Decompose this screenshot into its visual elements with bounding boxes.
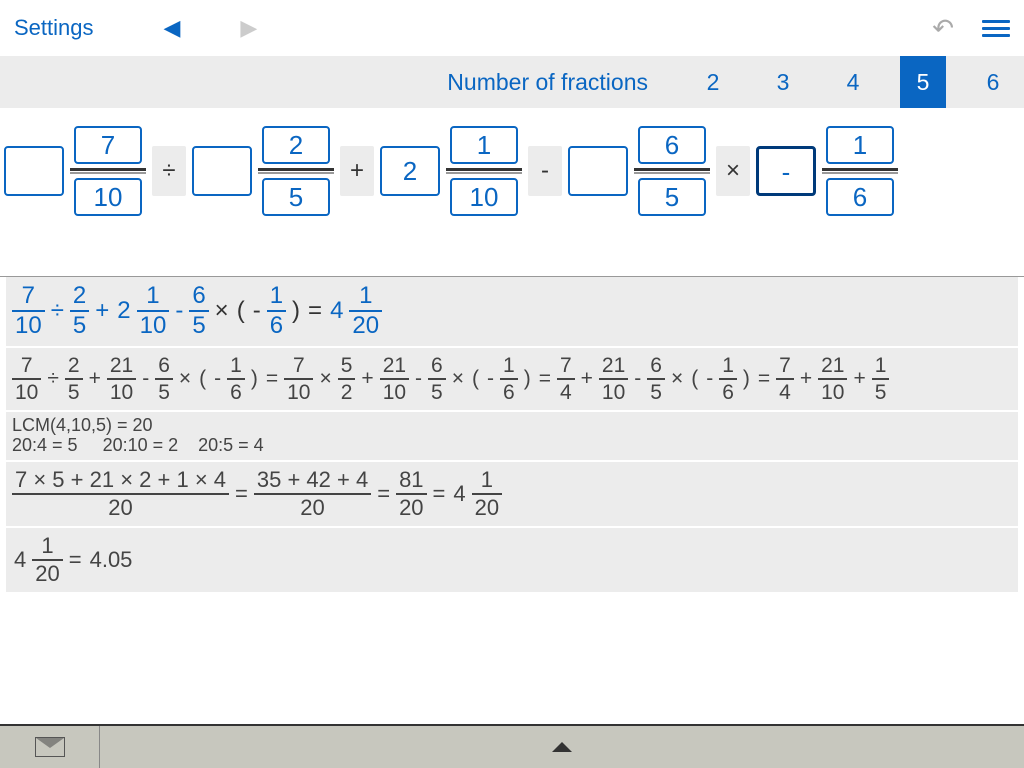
whole-input-3[interactable]: 2 (380, 146, 440, 196)
whole-input-5[interactable]: - (756, 146, 816, 196)
count-option-2[interactable]: 2 (690, 56, 736, 108)
fraction-count-label: Number of fractions (447, 69, 648, 96)
fraction-bar (446, 168, 522, 174)
menu-icon[interactable] (982, 20, 1010, 37)
count-option-6[interactable]: 6 (970, 56, 1016, 108)
fraction-input-row: 7 10 ÷ 2 5 + 2 1 10 - 6 5 × - 1 6 (0, 108, 1024, 216)
solution-line-4: 7 × 5 + 21 × 2 + 1 × 420 = 35 + 42 + 420… (6, 462, 1018, 526)
fraction-bar (70, 168, 146, 174)
operator-1[interactable]: ÷ (152, 146, 186, 196)
solution-panel: 710 ÷ 25 + 2 110 - 65 × ( - 16 ) = 4 120… (0, 276, 1024, 592)
solution-line-2: 710÷25+2110-65×(-16)=710×52+2110-65×(-16… (6, 348, 1018, 410)
undo-icon[interactable]: ↶ (932, 13, 954, 44)
fraction-bar (822, 168, 898, 174)
operator-2[interactable]: + (340, 146, 374, 196)
mail-icon (35, 737, 65, 757)
top-bar: Settings ◀ ▶ ↶ (0, 0, 1024, 56)
count-option-5[interactable]: 5 (900, 56, 946, 108)
whole-input-2[interactable] (192, 146, 252, 196)
solution-line-3: LCM(4,10,5) = 20 20:4 = 5 20:10 = 2 20:5… (6, 412, 1018, 460)
settings-link[interactable]: Settings (14, 15, 94, 41)
mail-button[interactable] (0, 726, 100, 768)
count-option-3[interactable]: 3 (760, 56, 806, 108)
next-arrow-icon[interactable]: ▶ (240, 15, 257, 41)
expand-button[interactable] (100, 726, 1024, 768)
num-input-4[interactable]: 6 (638, 126, 706, 164)
fraction-count-bar: Number of fractions 2 3 4 5 6 (0, 56, 1024, 108)
whole-input-1[interactable] (4, 146, 64, 196)
operator-4[interactable]: × (716, 146, 750, 196)
den-input-2[interactable]: 5 (262, 178, 330, 216)
solution-line-5: 4 120 = 4.05 (6, 528, 1018, 592)
den-input-4[interactable]: 5 (638, 178, 706, 216)
num-input-1[interactable]: 7 (74, 126, 142, 164)
fraction-bar (258, 168, 334, 174)
whole-input-4[interactable] (568, 146, 628, 196)
den-input-5[interactable]: 6 (826, 178, 894, 216)
num-input-2[interactable]: 2 (262, 126, 330, 164)
count-option-4[interactable]: 4 (830, 56, 876, 108)
num-input-5[interactable]: 1 (826, 126, 894, 164)
prev-arrow-icon[interactable]: ◀ (164, 15, 181, 41)
solution-line-1: 710 ÷ 25 + 2 110 - 65 × ( - 16 ) = 4 120 (6, 277, 1018, 346)
operator-3[interactable]: - (528, 146, 562, 196)
num-input-3[interactable]: 1 (450, 126, 518, 164)
den-input-3[interactable]: 10 (450, 178, 518, 216)
fraction-bar (634, 168, 710, 174)
chevron-up-icon (552, 742, 572, 752)
den-input-1[interactable]: 10 (74, 178, 142, 216)
bottom-bar (0, 724, 1024, 768)
